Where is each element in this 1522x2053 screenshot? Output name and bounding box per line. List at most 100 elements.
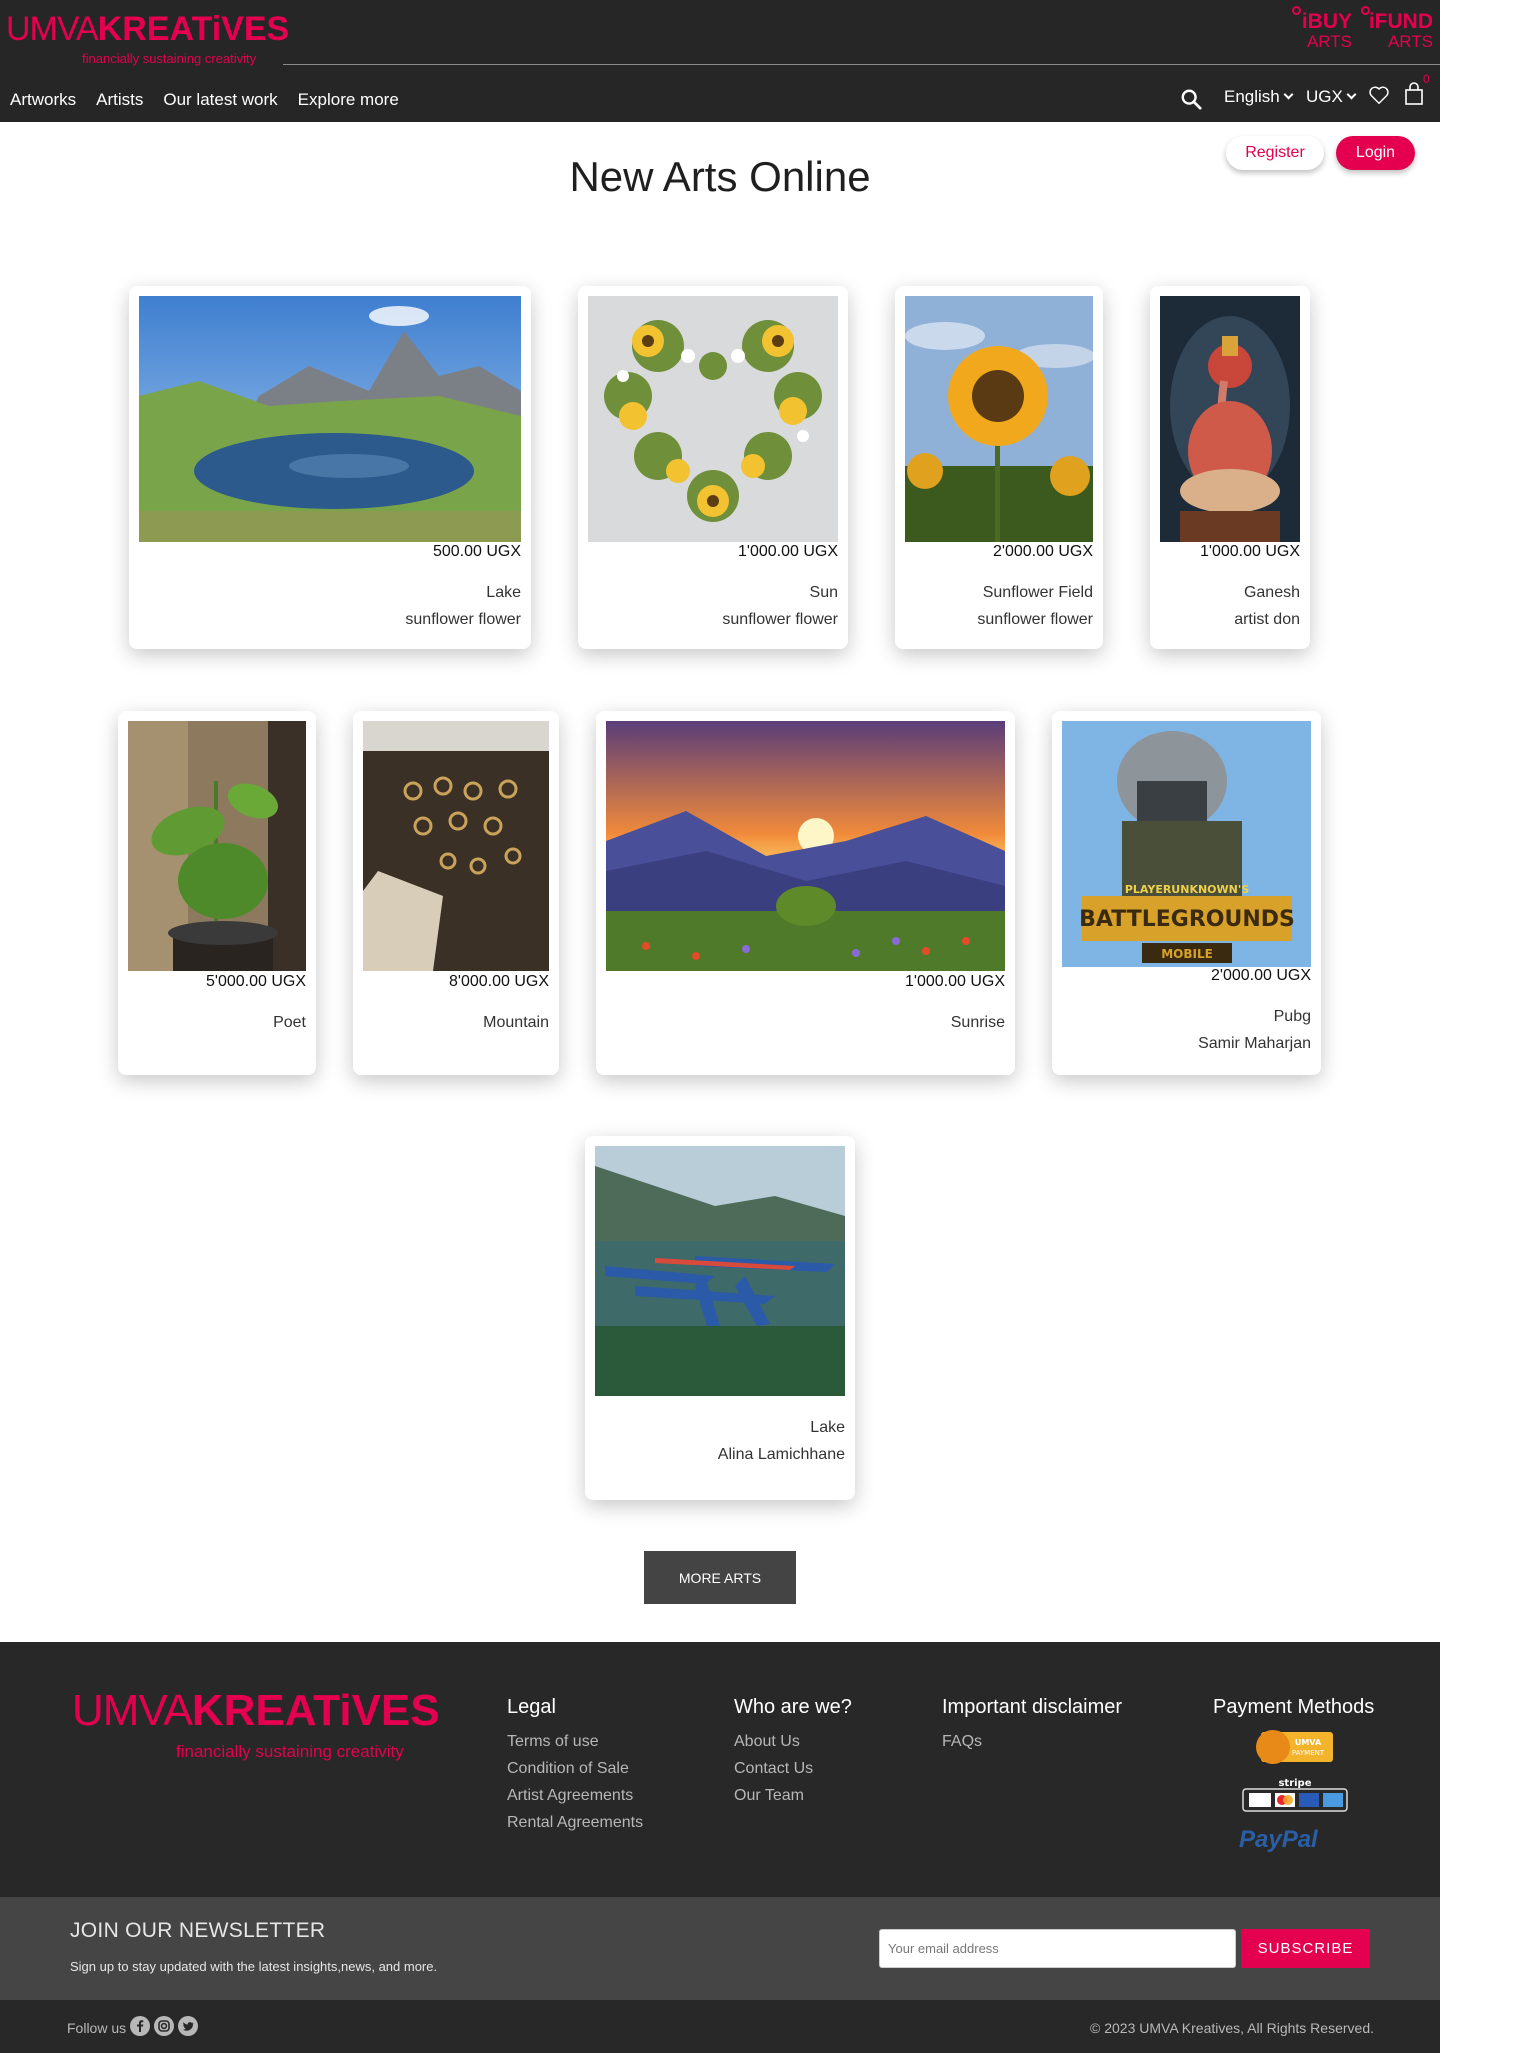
footer-link-team[interactable]: Our Team (734, 1787, 852, 1805)
artwork-artist[interactable]: sunflower flower (405, 611, 521, 629)
artwork-title: Sun (809, 584, 838, 601)
art-card[interactable]: BATTLEGROUNDS MOBILE PLAYERUNKNOWN'S 2'0… (1052, 711, 1321, 1075)
newsletter-subtitle: Sign up to stay updated with the latest … (70, 1959, 438, 1974)
stripe-cards-logo: stripe (1241, 1776, 1349, 1812)
language-select[interactable]: English (1224, 87, 1294, 107)
footer-link-about[interactable]: About Us (734, 1733, 852, 1751)
ifund-arts-logo[interactable]: iFUND ARTS (1361, 6, 1433, 51)
footer-link-faqs[interactable]: FAQs (942, 1733, 1122, 1751)
art-card[interactable]: 1'000.00 UGX Sunrise (596, 711, 1015, 1075)
artwork-artist[interactable]: Samir Maharjan (1198, 1035, 1311, 1053)
artwork-image-lake-boats (595, 1146, 845, 1396)
art-card[interactable]: Lake Alina Lamichhane (585, 1136, 855, 1500)
footer-logo-kreatives: KREATiVES (191, 1686, 440, 1735)
artwork-image-mountain (363, 721, 549, 971)
artwork-price: 2'000.00 UGX (992, 543, 1093, 560)
footer-logo-tagline: financially sustaining creativity (176, 1742, 404, 1761)
artwork-price: 2'000.00 UGX (1210, 967, 1311, 984)
currency-select[interactable]: UGX (1306, 87, 1357, 107)
artwork-price: 5'000.00 UGX (205, 973, 306, 990)
language-value: English (1224, 87, 1280, 106)
artwork-image-poet (128, 721, 306, 971)
artwork-title: Ganesh (1243, 584, 1300, 601)
ibuy-bottom-text: ARTS (1306, 32, 1352, 51)
footer-link-artist-agreements[interactable]: Artist Agreements (507, 1787, 643, 1805)
art-card[interactable]: 1'000.00 UGX Ganesh artist don (1150, 286, 1310, 649)
art-card[interactable]: 500.00 UGX Lake sunflower flower (129, 286, 531, 649)
artwork-title: Sunflower Field (982, 584, 1093, 601)
footer-who: Who are we? About Us Contact Us Our Team (734, 1696, 852, 1814)
artwork-image-sunflower-field (905, 296, 1093, 542)
ibuy-dot-icon (1292, 6, 1301, 15)
artwork-artist[interactable]: Alina Lamichhane (718, 1446, 845, 1464)
logo-tagline: financially sustaining creativity (82, 51, 257, 66)
logo-umva-text: UMVA (6, 10, 99, 48)
footer-legal-heading: Legal (507, 1696, 556, 1718)
artwork-artist[interactable]: sunflower flower (722, 611, 838, 629)
artwork-price: 1'000.00 UGX (1199, 543, 1300, 560)
ibuy-top-text: iBUY (1301, 10, 1352, 33)
shopping-bag-icon[interactable] (1404, 82, 1424, 106)
subscribe-button[interactable]: SUBSCRIBE (1241, 1929, 1370, 1968)
artwork-image-ganesh (1160, 296, 1300, 542)
artwork-title: Poet (273, 1014, 306, 1031)
umva-payment-line1: UMVA (1295, 1738, 1322, 1747)
artwork-title: Mountain (483, 1014, 549, 1031)
site-footer: UMVA KREATiVES financially sustaining cre… (0, 1642, 1440, 1897)
twitter-icon[interactable] (178, 2016, 198, 2036)
ifund-bottom-text: ARTS (1387, 32, 1433, 51)
art-card[interactable]: 8'000.00 UGX Mountain (353, 711, 559, 1075)
site-logo[interactable]: UMVAKREATiVES financially sustaining cre… (6, 10, 289, 66)
art-card[interactable]: 1'000.00 UGX Sun sunflower flower (578, 286, 848, 649)
nav-artworks[interactable]: Artworks (10, 90, 76, 110)
footer-disclaimer-heading: Important disclaimer (942, 1696, 1123, 1718)
copyright-text: © 2023 UMVA Kreatives, All Rights Reserv… (1090, 2020, 1374, 2036)
paypal-text: PayPal (1239, 1826, 1318, 1853)
artwork-price: 8'000.00 UGX (448, 973, 549, 990)
chevron-down-icon (1283, 89, 1294, 100)
artwork-title: Lake (486, 584, 521, 601)
umva-payment-line2: PAYMENT (1292, 1749, 1325, 1757)
footer-payment: Payment Methods (1213, 1696, 1374, 1733)
ifund-top-text: iFUND (1368, 10, 1433, 33)
artwork-artist[interactable]: sunflower flower (977, 611, 1093, 629)
follow-us-label: Follow us (67, 2020, 127, 2036)
artwork-image-sun (588, 296, 838, 542)
artwork-price: 1'000.00 UGX (904, 973, 1005, 990)
footer-logo[interactable]: UMVAKREATiVES financially sustaining cre… (72, 1686, 440, 1766)
art-card[interactable]: 2'000.00 UGX Sunflower Field sunflower f… (895, 286, 1103, 649)
bottom-bar: Follow us © 2023 UMVA Kreatives, All Rig… (0, 2000, 1440, 2053)
footer-link-rental-agreements[interactable]: Rental Agreements (507, 1814, 643, 1832)
currency-value: UGX (1306, 87, 1343, 106)
stripe-label: stripe (1278, 1778, 1311, 1789)
svg-text:PLAYERUNKNOWN'S: PLAYERUNKNOWN'S (1125, 883, 1249, 896)
search-icon[interactable] (1180, 88, 1202, 110)
artwork-artist[interactable]: artist don (1234, 611, 1300, 629)
footer-link-conditions[interactable]: Condition of Sale (507, 1760, 643, 1778)
nav-artists[interactable]: Artists (96, 90, 143, 110)
header-divider (283, 64, 1440, 65)
more-arts-button[interactable]: MORE ARTS (644, 1551, 796, 1604)
footer-who-heading: Who are we? (734, 1696, 852, 1718)
newsletter-section: JOIN OUR NEWSLETTER Sign up to stay upda… (0, 1897, 1440, 2000)
site-header: UMVAKREATiVES financially sustaining cre… (0, 0, 1440, 122)
logo-kreatives-text: KREATiVES (97, 10, 290, 48)
artwork-price: 500.00 UGX (432, 543, 521, 560)
svg-text:BATTLEGROUNDS: BATTLEGROUNDS (1079, 907, 1295, 932)
artwork-title: Sunrise (950, 1014, 1005, 1031)
artwork-title: Lake (810, 1419, 845, 1436)
paypal-logo: PayPal (1239, 1826, 1318, 1854)
footer-disclaimer: Important disclaimer FAQs (942, 1696, 1122, 1760)
footer-payment-heading: Payment Methods (1213, 1696, 1375, 1718)
footer-link-contact[interactable]: Contact Us (734, 1760, 852, 1778)
facebook-icon[interactable] (130, 2016, 150, 2036)
header-tools: English UGX 0 (1178, 72, 1440, 114)
art-card[interactable]: 5'000.00 UGX Poet (118, 711, 316, 1075)
heart-icon[interactable] (1368, 84, 1390, 106)
nav-latest-work[interactable]: Our latest work (163, 90, 277, 110)
instagram-icon[interactable] (154, 2016, 174, 2036)
footer-link-terms[interactable]: Terms of use (507, 1733, 643, 1751)
nav-explore-more[interactable]: Explore more (298, 90, 399, 110)
ibuy-arts-logo[interactable]: iBUY ARTS (1292, 6, 1352, 51)
newsletter-email-input[interactable] (879, 1929, 1236, 1968)
